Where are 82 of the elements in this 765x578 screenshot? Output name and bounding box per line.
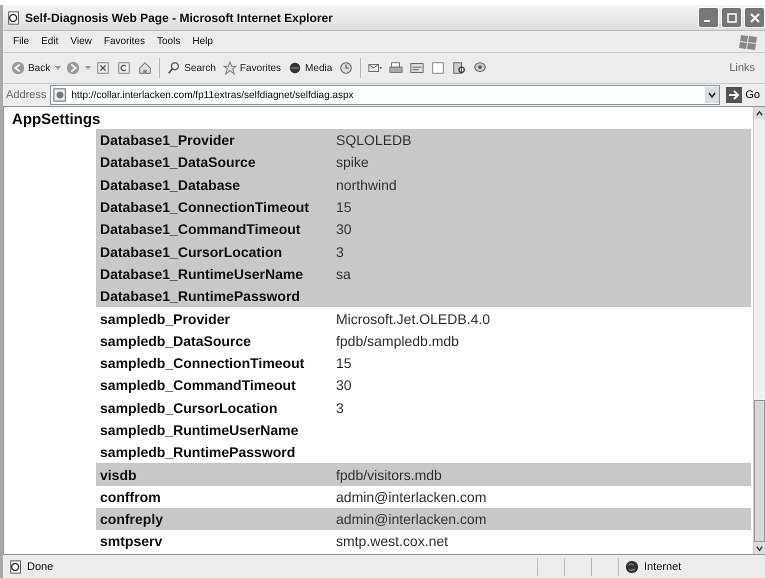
setting-name: Database1_CursorLocation — [99, 244, 284, 260]
status-text: Done — [27, 560, 54, 572]
setting-value: admin@interlacken.com — [336, 511, 486, 528]
setting-name: confreply — [99, 511, 164, 528]
scroll-up-icon — [755, 108, 764, 118]
menu-item[interactable]: Tools — [150, 36, 186, 47]
setting-value: spike — [336, 154, 369, 170]
setting-value: 15 — [336, 199, 352, 216]
scrollbar[interactable] — [753, 107, 765, 554]
refresh-icon — [117, 61, 132, 75]
mail-icon — [368, 61, 382, 75]
maximize-button[interactable] — [721, 7, 742, 28]
setting-name: Database1_Provider — [99, 132, 236, 148]
edit-icon — [410, 61, 424, 75]
printer-icon — [389, 61, 404, 75]
favorites-button[interactable]: Favorites — [220, 59, 284, 77]
back-icon — [11, 61, 25, 75]
minimize-icon — [704, 20, 710, 22]
forward-icon — [66, 61, 80, 75]
back-button[interactable]: Back — [9, 59, 52, 77]
setting-name: smtpserv — [99, 533, 164, 550]
dropdown-button[interactable] — [705, 87, 720, 103]
setting-value: 30 — [336, 377, 352, 394]
menu-item[interactable]: Edit — [35, 36, 64, 47]
page-icon — [53, 88, 68, 102]
setting-name: sampledb_RuntimeUserName — [99, 422, 300, 438]
links-label[interactable]: Links — [729, 62, 765, 74]
setting-value: smtp.west.cox.net — [336, 533, 448, 550]
setting-value: fpdb/sampledb.mdb — [336, 332, 459, 349]
arrow-icon — [726, 87, 742, 103]
media-button[interactable]: Media — [286, 59, 334, 77]
menu-item[interactable]: View — [64, 36, 98, 47]
address-field[interactable]: http://collar.interlacken.com/fp11extras/selfdiagnet/selfdiag.aspx — [50, 85, 720, 105]
scroll-down-icon — [755, 544, 764, 552]
setting-value: 15 — [336, 355, 352, 372]
chevron-down-icon — [707, 90, 718, 100]
go-button[interactable]: Go — [724, 87, 762, 103]
setting-value: 3 — [336, 244, 344, 260]
setting-value: Microsoft.Jet.OLEDB.4.0 — [336, 310, 490, 327]
minimize-button[interactable] — [698, 7, 719, 28]
setting-name: sampledb_Provider — [99, 310, 231, 327]
history-icon — [339, 61, 354, 75]
setting-name: Database1_RuntimePassword — [99, 288, 301, 304]
star-icon — [222, 61, 237, 75]
address-label: Address — [6, 89, 46, 101]
setting-name: sampledb_CommandTimeout — [99, 377, 297, 394]
setting-name: sampledb_DataSource — [99, 332, 252, 349]
globe-icon — [625, 560, 639, 574]
menu-item[interactable]: Favorites — [98, 36, 151, 47]
setting-name: sampledb_RuntimePassword — [99, 444, 296, 460]
research-icon — [452, 61, 466, 75]
setting-name: sampledb_CursorLocation — [99, 400, 278, 416]
setting-value: fpdb/visitors.mdb — [336, 466, 442, 483]
menu-item[interactable]: File — [7, 36, 36, 47]
setting-name: Database1_DataSource — [99, 154, 257, 170]
section-heading: AppSettings — [12, 110, 102, 129]
window-title: Self-Diagnosis Web Page - Microsoft Internet Explorer — [25, 10, 334, 24]
setting-value: sa — [336, 266, 351, 282]
page-icon — [7, 10, 21, 24]
page-icon — [9, 560, 23, 574]
setting-name: visdb — [99, 466, 138, 483]
maximize-icon — [726, 12, 738, 24]
zone-label: Internet — [644, 560, 682, 572]
setting-value: SQLOLEDB — [336, 132, 412, 148]
search-icon — [167, 61, 182, 75]
setting-name: conffrom — [99, 488, 162, 505]
setting-name: Database1_RuntimeUserName — [99, 266, 304, 282]
menu-item[interactable]: Help — [186, 36, 219, 47]
home-icon — [138, 61, 152, 75]
setting-name: Database1_CommandTimeout — [99, 221, 302, 238]
setting-name: Database1_ConnectionTimeout — [99, 199, 310, 216]
close-icon — [748, 12, 760, 24]
setting-name: Database1_Database — [99, 176, 242, 193]
setting-value: northwind — [336, 176, 397, 193]
setting-value: 30 — [336, 221, 352, 238]
close-button[interactable] — [744, 7, 765, 28]
setting-value: admin@interlacken.com — [336, 488, 486, 505]
stop-icon — [96, 61, 110, 75]
setting-value: 3 — [336, 400, 344, 416]
search-button[interactable]: Search — [165, 59, 218, 77]
media-icon — [288, 61, 302, 75]
setting-name: sampledb_ConnectionTimeout — [99, 355, 306, 372]
